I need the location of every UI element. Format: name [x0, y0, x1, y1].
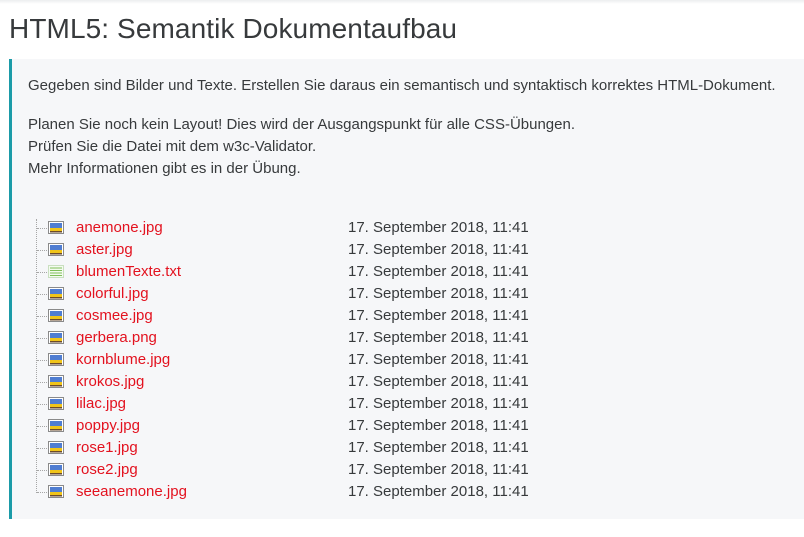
image-file-icon	[48, 331, 64, 344]
image-file-icon	[48, 397, 64, 410]
tree-connector	[37, 448, 47, 449]
file-date: 17. September 2018, 11:41	[348, 417, 529, 434]
file-link[interactable]: lilac.jpg	[76, 394, 126, 414]
tree-connector	[37, 228, 47, 229]
image-file-icon	[48, 463, 64, 476]
file-link[interactable]: aster.jpg	[76, 240, 133, 260]
image-file-icon	[48, 353, 64, 366]
image-file-icon	[48, 309, 64, 322]
top-divider	[0, 0, 804, 4]
file-date: 17. September 2018, 11:41	[348, 351, 529, 368]
file-list-item: poppy.jpg 17. September 2018, 11:41	[34, 415, 554, 437]
file-link[interactable]: rose2.jpg	[76, 460, 138, 480]
tree-connector	[37, 316, 47, 317]
file-list-item: rose2.jpg 17. September 2018, 11:41	[34, 459, 554, 481]
tree-connector	[37, 338, 47, 339]
intro-paragraph: Gegeben sind Bilder und Texte. Erstellen…	[28, 77, 776, 94]
image-file-icon	[48, 287, 64, 300]
file-list-item: kornblume.jpg 17. September 2018, 11:41	[34, 349, 554, 371]
tree-connector	[37, 382, 47, 383]
file-list-item: blumenTexte.txt 17. September 2018, 11:41	[34, 261, 554, 283]
file-list-item: cosmee.jpg 17. September 2018, 11:41	[34, 305, 554, 327]
instructions-paragraph: Planen Sie noch kein Layout! Dies wird d…	[28, 114, 575, 180]
tree-connector	[37, 470, 47, 471]
file-date: 17. September 2018, 11:41	[348, 395, 529, 412]
file-tree: anemone.jpg 17. September 2018, 11:41 aste…	[34, 217, 554, 500]
file-link[interactable]: gerbera.png	[76, 328, 157, 348]
file-list-item: colorful.jpg 17. September 2018, 11:41	[34, 283, 554, 305]
text-file-icon	[48, 265, 64, 278]
file-date: 17. September 2018, 11:41	[348, 285, 529, 302]
tree-connector	[37, 294, 47, 295]
file-list-item: gerbera.png 17. September 2018, 11:41	[34, 327, 554, 349]
image-file-icon	[48, 419, 64, 432]
page-title: HTML5: Semantik Dokumentaufbau	[9, 13, 458, 44]
file-date: 17. September 2018, 11:41	[348, 307, 529, 324]
file-list-item: krokos.jpg 17. September 2018, 11:41	[34, 371, 554, 393]
image-file-icon	[48, 375, 64, 388]
file-list-item: rose1.jpg 17. September 2018, 11:41	[34, 437, 554, 459]
file-link[interactable]: seeanemone.jpg	[76, 482, 187, 502]
file-link[interactable]: cosmee.jpg	[76, 306, 153, 326]
tree-connector	[37, 360, 47, 361]
image-file-icon	[48, 441, 64, 454]
tree-connector	[37, 492, 47, 493]
file-date: 17. September 2018, 11:41	[348, 241, 529, 258]
image-file-icon	[48, 243, 64, 256]
file-link[interactable]: poppy.jpg	[76, 416, 140, 436]
file-link[interactable]: rose1.jpg	[76, 438, 138, 458]
file-date: 17. September 2018, 11:41	[348, 461, 529, 478]
instruction-line: Prüfen Sie die Datei mit dem w3c-Validat…	[28, 138, 317, 155]
file-date: 17. September 2018, 11:41	[348, 219, 529, 236]
file-list-item: aster.jpg 17. September 2018, 11:41	[34, 239, 554, 261]
instruction-line: Planen Sie noch kein Layout! Dies wird d…	[28, 116, 575, 133]
file-date: 17. September 2018, 11:41	[348, 329, 529, 346]
tree-connector	[37, 250, 47, 251]
tree-connector	[37, 272, 47, 273]
file-link[interactable]: krokos.jpg	[76, 372, 144, 392]
instruction-line: Mehr Informationen gibt es in der Übung.	[28, 160, 301, 177]
file-link[interactable]: anemone.jpg	[76, 218, 163, 238]
file-link[interactable]: colorful.jpg	[76, 284, 149, 304]
file-date: 17. September 2018, 11:41	[348, 439, 529, 456]
file-list-item: anemone.jpg 17. September 2018, 11:41	[34, 217, 554, 239]
file-date: 17. September 2018, 11:41	[348, 483, 529, 500]
file-date: 17. September 2018, 11:41	[348, 263, 529, 280]
file-date: 17. September 2018, 11:41	[348, 373, 529, 390]
file-link[interactable]: blumenTexte.txt	[76, 262, 181, 282]
tree-connector	[37, 426, 47, 427]
activity-description-box: Gegeben sind Bilder und Texte. Erstellen…	[9, 59, 804, 519]
image-file-icon	[48, 221, 64, 234]
file-link[interactable]: kornblume.jpg	[76, 350, 170, 370]
tree-connector	[37, 404, 47, 405]
image-file-icon	[48, 485, 64, 498]
file-list-item: seeanemone.jpg 17. September 2018, 11:41	[34, 481, 554, 503]
file-list-item: lilac.jpg 17. September 2018, 11:41	[34, 393, 554, 415]
